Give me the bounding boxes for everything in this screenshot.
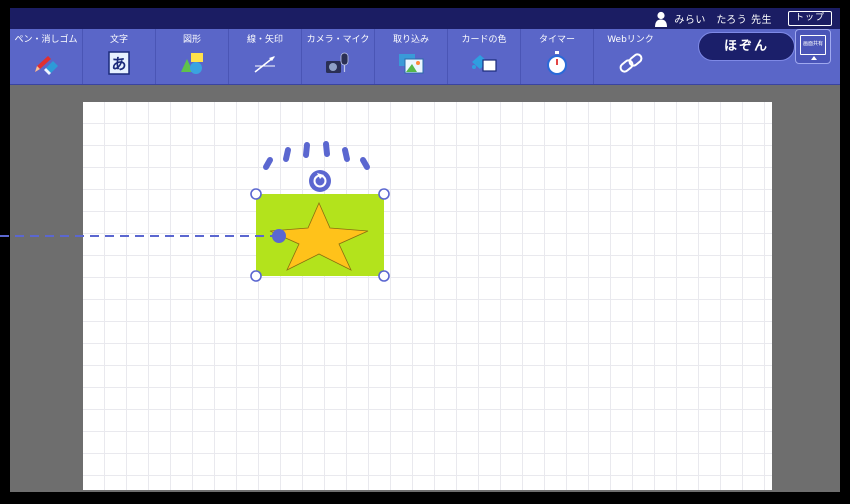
pen-eraser-icon bbox=[35, 56, 58, 75]
save-button[interactable]: ほぞん bbox=[698, 32, 795, 61]
card-color-icon bbox=[472, 55, 497, 72]
timer-icon bbox=[547, 51, 567, 75]
tool-label: Webリンク bbox=[607, 35, 654, 45]
tool-label: ペン・消しゴム bbox=[14, 35, 78, 45]
tool-card-color[interactable]: カードの色 bbox=[448, 29, 521, 84]
line-arrow-icon bbox=[254, 56, 275, 73]
tool-web-link[interactable]: Webリンク bbox=[594, 29, 667, 84]
tool-label: 取り込み bbox=[392, 35, 429, 45]
screen-share-button[interactable]: 画面共有 bbox=[795, 29, 831, 64]
web-link-icon bbox=[619, 53, 642, 73]
share-label: 画面共有 bbox=[802, 41, 823, 47]
tool-label: 線・矢印 bbox=[246, 35, 283, 45]
tool-label: カメラ・マイク bbox=[306, 35, 370, 45]
tool-text[interactable]: 文字 あ bbox=[83, 29, 156, 84]
top-button[interactable]: トップ bbox=[787, 11, 832, 26]
tool-label: カードの色 bbox=[461, 35, 507, 45]
user-area: みらい たろう 先生 トップ bbox=[654, 10, 832, 27]
tool-label: タイマー bbox=[538, 35, 575, 45]
monitor-stand bbox=[811, 56, 817, 60]
motion-marks bbox=[263, 141, 370, 170]
tool-label: 図形 bbox=[182, 35, 201, 45]
whiteboard-canvas[interactable] bbox=[83, 102, 772, 490]
tool-camera-mic[interactable]: カメラ・マイク bbox=[302, 29, 375, 84]
import-image-icon bbox=[399, 54, 424, 74]
rotate-handle[interactable] bbox=[309, 170, 331, 192]
tool-pen-eraser[interactable]: ペン・消しゴム bbox=[10, 29, 83, 84]
shapes-icon bbox=[181, 53, 203, 74]
tool-timer[interactable]: タイマー bbox=[521, 29, 594, 84]
svg-text:あ: あ bbox=[111, 55, 126, 73]
tool-shape[interactable]: 図形 bbox=[156, 29, 229, 84]
top-bar: みらい たろう 先生 トップ bbox=[10, 8, 840, 29]
user-name: みらい たろう 先生 bbox=[674, 15, 772, 26]
text-a-icon: あ bbox=[108, 51, 130, 75]
tool-line-arrow[interactable]: 線・矢印 bbox=[229, 29, 302, 84]
app-window: みらい たろう 先生 トップ ペン・消しゴム 文字 あ 図形 線・矢印 カメラ・… bbox=[10, 8, 840, 492]
tool-import[interactable]: 取り込み bbox=[375, 29, 448, 84]
camera-mic-icon bbox=[326, 52, 349, 73]
monitor-icon: 画面共有 bbox=[800, 35, 826, 55]
tool-label: 文字 bbox=[109, 35, 128, 45]
user-icon bbox=[655, 11, 668, 27]
